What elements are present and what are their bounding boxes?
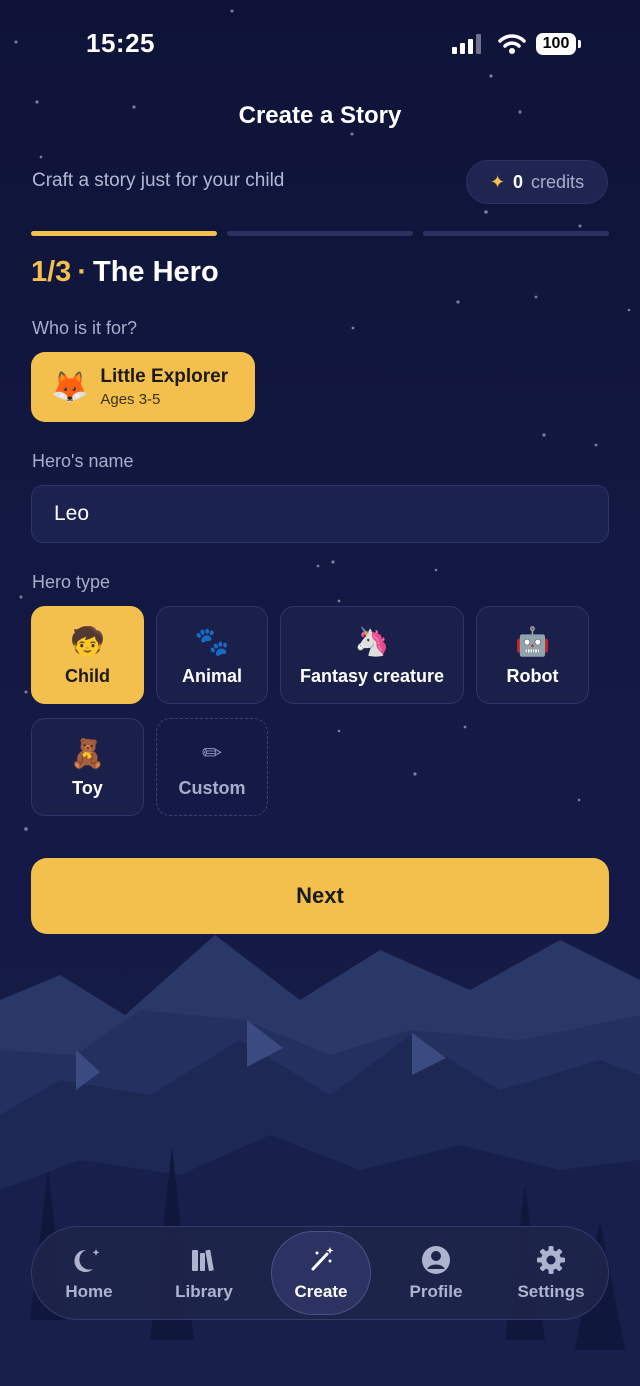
step-fraction: 1/3 <box>31 256 72 288</box>
next-button[interactable]: Next <box>31 858 609 934</box>
hero-type-label: Hero type <box>32 572 111 592</box>
magic-wand-icon <box>311 1247 334 1271</box>
books-icon <box>192 1249 214 1272</box>
unicorn-icon: 🦄 <box>354 625 390 657</box>
tab-library-label: Library <box>175 1282 233 1301</box>
status-bar: 15:25 100 <box>0 0 640 90</box>
tab-home-label: Home <box>65 1282 113 1301</box>
battery-indicator: 100 <box>536 33 576 55</box>
tab-library[interactable]: Library <box>154 1231 254 1315</box>
pencil-icon: ✏ <box>201 739 223 767</box>
hero-name-label: Hero's name <box>32 451 134 471</box>
progress-segment-3 <box>423 231 609 236</box>
tab-create-label: Create <box>294 1282 348 1301</box>
hero-type-label-animal: Animal <box>181 665 242 686</box>
hero-type-label-robot: Robot <box>506 665 559 686</box>
person-circle-icon <box>422 1246 450 1274</box>
audience-text: Little Explorer Ages 3-5 <box>100 366 228 408</box>
tab-settings-label: Settings <box>517 1282 585 1301</box>
hero-type-toy[interactable]: 🧸 Toy <box>31 718 144 816</box>
tab-create[interactable]: Create <box>271 1231 371 1315</box>
robot-icon: 🤖 <box>515 625 550 657</box>
tab-settings[interactable]: Settings <box>501 1231 601 1315</box>
audience-name: Little Explorer <box>100 366 229 387</box>
credits-count: 0 <box>513 171 524 192</box>
hero-type-child[interactable]: 🧒 Child <box>31 606 144 704</box>
hero-type-animal[interactable]: 🐾 Animal <box>156 606 268 704</box>
audience-label: Who is it for? <box>32 318 138 338</box>
page-title: Create a Story <box>238 102 402 129</box>
step-title: The Hero <box>93 256 219 288</box>
progress-segment-2 <box>227 231 413 236</box>
fox-icon: 🦊 <box>51 370 89 404</box>
hero-type-label-child: Child <box>65 665 110 686</box>
child-icon: 🧒 <box>70 625 105 657</box>
page-subtitle: Craft a story just for your child <box>32 170 285 191</box>
audience-selector[interactable]: 🦊 Little Explorer Ages 3-5 <box>31 352 255 422</box>
credits-label: credits <box>531 171 585 192</box>
gear-icon <box>537 1246 565 1274</box>
bottom-tab-bar: Home Library Create Profile Settings <box>31 1226 609 1320</box>
step-heading: 1/3 · The Hero <box>31 256 219 289</box>
credits-badge[interactable]: ✦ 0 credits <box>466 160 608 204</box>
hero-type-custom[interactable]: ✏ Custom <box>156 718 268 816</box>
tab-home[interactable]: Home <box>39 1231 139 1315</box>
hero-name-input[interactable] <box>31 485 609 543</box>
hero-type-label-toy: Toy <box>72 777 103 798</box>
sparkles-icon: ✦ <box>489 171 506 192</box>
progress-segment-1 <box>31 231 217 236</box>
hero-type-label-custom: Custom <box>178 777 246 798</box>
hero-type-robot[interactable]: 🤖 Robot <box>476 606 589 704</box>
tab-profile-label: Profile <box>409 1282 463 1301</box>
cellular-signal-icon <box>452 34 481 54</box>
moon-stars-icon <box>74 1249 100 1272</box>
hero-type-fantasy-creature[interactable]: 🦄 Fantasy creature <box>280 606 464 704</box>
battery-tip <box>578 40 581 48</box>
tab-profile[interactable]: Profile <box>386 1231 486 1315</box>
audience-ages: Ages 3-5 <box>100 391 161 408</box>
step-separator: · <box>77 256 87 288</box>
paw-print-icon: 🐾 <box>194 625 230 657</box>
teddy-bear-icon: 🧸 <box>70 737 105 769</box>
hero-type-label-fantasy: Fantasy creature <box>299 665 445 686</box>
status-time: 15:25 <box>86 28 155 58</box>
wifi-icon <box>498 34 526 54</box>
